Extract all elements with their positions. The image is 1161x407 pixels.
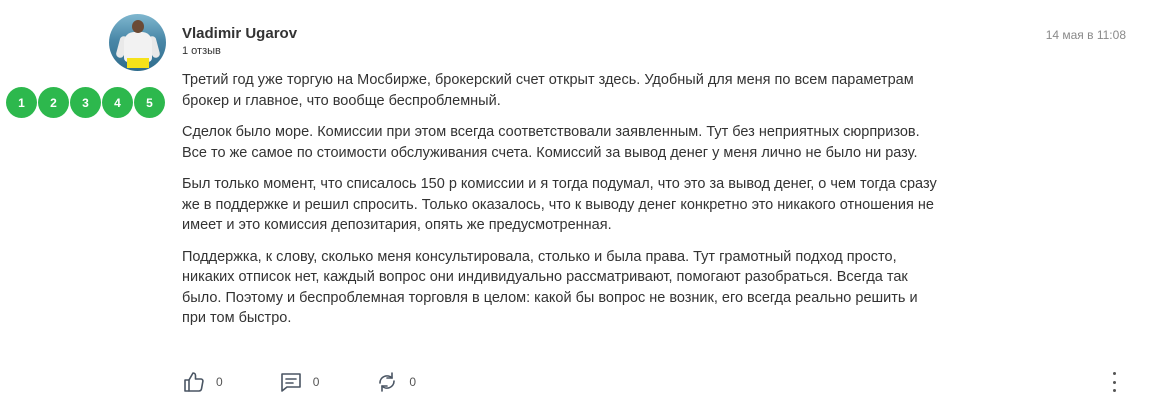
like-button[interactable]: 0 [182,370,223,394]
comment-count: 0 [312,375,320,389]
avatar-figure-head [132,20,144,33]
author-name[interactable]: Vladimir Ugarov [182,25,297,42]
rating-option-1[interactable]: 1 [6,87,37,118]
review-body: Третий год уже торгую на Мосбирже, броке… [182,70,942,340]
review-date: 14 мая в 11:08 [1045,28,1126,42]
avatar[interactable] [109,14,166,71]
like-count: 0 [216,375,223,389]
rating-option-3[interactable]: 3 [70,87,101,118]
rating-option-2[interactable]: 2 [38,87,69,118]
more-dot [1112,389,1116,392]
review-actions: 0 0 0 [182,370,472,394]
more-dot [1112,372,1116,375]
repost-icon [379,372,396,392]
thumbs-up-icon [184,372,204,392]
avatar-figure-shorts [127,58,149,68]
repost-count: 0 [409,375,417,389]
review-paragraph: Сделок было море. Комиссии при этом всег… [182,124,920,161]
rating-selector: 1 2 3 4 5 [6,87,166,118]
author-review-count[interactable]: 1 отзыв [182,45,221,57]
comment-button[interactable]: 0 [279,370,320,394]
review-card: Vladimir Ugarov 1 отзыв 14 мая в 11:08 1… [0,0,1161,407]
review-paragraph: Поддержка, к слову, сколько меня консуль… [182,248,918,327]
more-dot [1112,380,1116,384]
rating-option-5[interactable]: 5 [134,87,165,118]
review-paragraph: Третий год уже торгую на Мосбирже, броке… [182,72,914,109]
repost-button[interactable]: 0 [375,370,416,394]
rating-option-4[interactable]: 4 [102,87,133,118]
more-vertical-icon[interactable] [1108,372,1120,392]
review-paragraph: Был только момент, что списалось 150 р к… [182,176,937,233]
comment-icon [280,373,301,392]
